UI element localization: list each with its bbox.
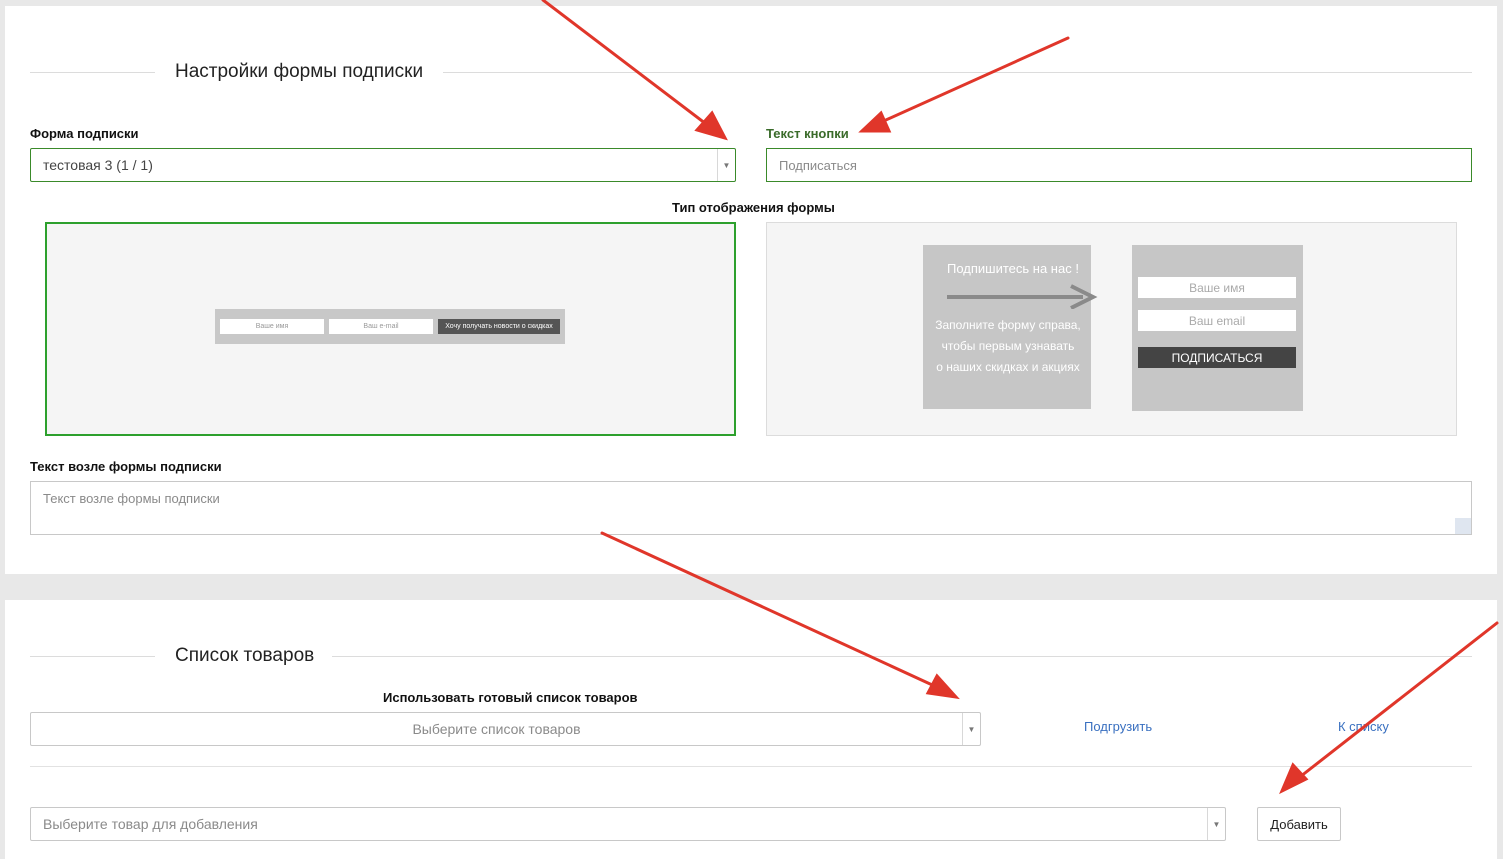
subscription-form-value: тестовая 3 (1 / 1) (43, 157, 153, 173)
to-list-link[interactable]: К списку (1338, 719, 1389, 734)
product-select[interactable]: Выберите товар для добавления ▼ (30, 807, 1226, 841)
chevron-down-icon: ▼ (717, 149, 735, 181)
block-text-line: чтобы первым узнавать (941, 339, 1075, 353)
ready-list-label: Использовать готовый список товаров (383, 690, 638, 705)
inline-subscribe-button: Хочу получать новости о скидках (438, 319, 560, 334)
product-list-panel: Список товаров Использовать готовый спис… (5, 600, 1497, 859)
add-button[interactable]: Добавить (1257, 807, 1341, 841)
block-text-line: о наших скидках и акциях (936, 360, 1080, 374)
arrow-right-icon (947, 284, 1098, 309)
section-divider-left (30, 656, 155, 657)
chevron-down-icon: ▼ (962, 713, 980, 745)
display-type-inline-preview[interactable]: Ваше имя Ваш e-mail Хочу получать новост… (45, 222, 736, 436)
inline-email-field: Ваш e-mail (329, 319, 433, 334)
chevron-down-icon: ▼ (1207, 808, 1225, 840)
subscription-settings-panel: Настройки формы подписки Форма подписки … (5, 6, 1497, 574)
load-link[interactable]: Подгрузить (1084, 719, 1152, 734)
button-text-label: Текст кнопки (766, 126, 849, 141)
inline-name-field: Ваше имя (220, 319, 324, 334)
nearby-text-label: Текст возле формы подписки (30, 459, 222, 474)
block-email-field: Ваш email (1138, 310, 1296, 331)
section-divider-left (30, 72, 155, 73)
display-type-block-preview[interactable]: Подпишитесь на нас ! Заполните форму спр… (766, 222, 1457, 436)
section-divider-right (443, 72, 1472, 73)
button-text-placeholder: Подписаться (779, 157, 857, 173)
ready-list-select[interactable]: Выберите список товаров ▼ (30, 712, 981, 746)
display-type-label: Тип отображения формы (672, 200, 835, 215)
ready-list-placeholder: Выберите список товаров (412, 721, 581, 737)
nearby-text-placeholder: Текст возле формы подписки (43, 491, 220, 506)
block-name-field: Ваше имя (1138, 277, 1296, 298)
block-text-line: Заполните форму справа, (935, 318, 1081, 332)
section-title-products: Список товаров (175, 645, 315, 666)
subscription-form-select[interactable]: тестовая 3 (1 / 1) ▼ (30, 148, 736, 182)
product-placeholder: Выберите товар для добавления (43, 816, 258, 832)
form-label: Форма подписки (30, 126, 139, 141)
section-title-subscription: Настройки формы подписки (175, 61, 424, 82)
block-title: Подпишитесь на нас ! (947, 261, 1079, 276)
resize-handle[interactable] (1455, 518, 1471, 534)
block-description: Заполните форму справа, чтобы первым узн… (933, 315, 1083, 378)
section-divider-right (332, 656, 1472, 657)
button-text-input[interactable]: Подписаться (766, 148, 1472, 182)
block-subscribe-button: ПОДПИСАТЬСЯ (1138, 347, 1296, 368)
divider (30, 766, 1472, 767)
nearby-text-textarea[interactable]: Текст возле формы подписки (30, 481, 1472, 535)
